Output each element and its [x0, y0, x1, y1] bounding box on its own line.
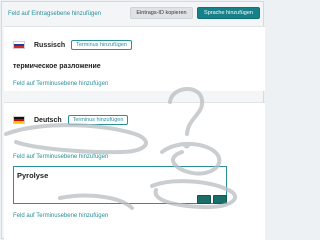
add-entry-level-field-link[interactable]: Feld auf Eintragsebene hinzufügen	[8, 11, 101, 17]
add-term-level-field-link[interactable]: Feld auf Terminusebene hinzufügen	[13, 213, 108, 219]
add-term-level-field-link[interactable]: Feld auf Terminusebene hinzufügen	[13, 154, 108, 160]
confirm-button[interactable]	[197, 195, 211, 204]
language-name: Deutsch	[34, 116, 62, 124]
language-section-russian: Russisch Terminus hinzufügen термическое…	[4, 26, 265, 91]
language-header: Russisch Terminus hinzufügen	[13, 40, 132, 50]
add-term-button[interactable]: Terminus hinzufügen	[71, 40, 132, 50]
add-term-level-field-link[interactable]: Feld auf Terminusebene hinzufügen	[13, 81, 108, 87]
language-header: Deutsch Terminus hinzufügen	[13, 115, 129, 125]
add-term-button[interactable]: Terminus hinzufügen	[67, 115, 129, 125]
cancel-button[interactable]	[213, 195, 227, 204]
add-language-button[interactable]: Sprache hinzufügen	[197, 7, 260, 19]
language-name: Russisch	[34, 41, 66, 49]
germany-flag-icon	[13, 116, 25, 124]
russia-flag-icon	[13, 41, 25, 49]
entry-panel: Feld auf Eintragsebene hinzufügen Eintra…	[1, 1, 265, 240]
language-section-german: Deutsch Terminus hinzufügen Feld auf Ter…	[4, 102, 265, 240]
term-input[interactable]: Pyrolyse	[13, 166, 227, 204]
term-text: термическое разложение	[13, 63, 101, 70]
copy-entry-id-button[interactable]: Eintrags-ID kopieren	[130, 7, 193, 19]
